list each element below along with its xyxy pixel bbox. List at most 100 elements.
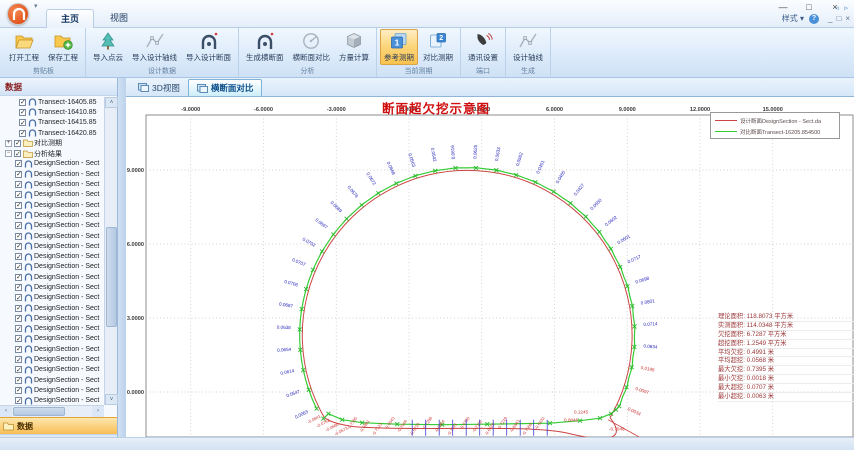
tree-checkbox[interactable] <box>15 212 22 219</box>
scrollbar-thumb[interactable] <box>13 407 65 416</box>
tree-horizontal-scrollbar[interactable]: ‹ › <box>0 405 104 417</box>
tree-item-design-section[interactable]: DesignSection - Sect <box>0 159 104 169</box>
tree-item-design-section[interactable]: DesignSection - Sect <box>0 313 104 323</box>
tree-checkbox[interactable] <box>15 274 22 281</box>
tree-item-design-section[interactable]: DesignSection - Sect <box>0 241 104 251</box>
tree-checkbox[interactable] <box>19 130 26 137</box>
tree-checkbox[interactable] <box>15 397 22 404</box>
tree-checkbox[interactable] <box>19 119 26 126</box>
tree-checkbox[interactable] <box>15 325 22 332</box>
tree-folder-analysis-results[interactable]: −分析结果 <box>0 148 104 158</box>
style-dropdown-button[interactable]: 样式 ▾ <box>782 13 804 24</box>
tree-item-design-section[interactable]: DesignSection - Sect <box>0 251 104 261</box>
ribbon-button-对比测期[interactable]: 2对比测期 <box>419 29 457 65</box>
ribbon-button-参考测期[interactable]: 1参考测期 <box>380 29 418 65</box>
tree-item-design-section[interactable]: DesignSection - Sect <box>0 375 104 385</box>
tree-item-design-section[interactable]: DesignSection - Sect <box>0 169 104 179</box>
ribbon-button-方量计算[interactable]: 方量计算 <box>335 29 373 65</box>
tree-checkbox[interactable] <box>15 202 22 209</box>
tree-checkbox[interactable] <box>15 181 22 188</box>
tree-item-design-section[interactable]: DesignSection - Sect <box>0 210 104 220</box>
tree-item-design-section[interactable]: DesignSection - Sect <box>0 303 104 313</box>
tree-item-design-section[interactable]: DesignSection - Sect <box>0 354 104 364</box>
tree-checkbox[interactable] <box>14 140 21 147</box>
tree-item-design-section[interactable]: DesignSection - Sect <box>0 282 104 292</box>
tree-item-design-section[interactable]: DesignSection - Sect <box>0 365 104 375</box>
tree-expander-icon[interactable]: − <box>5 150 12 157</box>
tree-checkbox[interactable] <box>15 387 22 394</box>
tree-item-transect[interactable]: Transect-16415.85 <box>0 118 104 128</box>
ribbon-button-横断面对比[interactable]: 横断面对比 <box>289 29 335 65</box>
data-panel-tab[interactable]: 数据 <box>0 417 117 434</box>
tree-item-transect[interactable]: Transect-16420.85 <box>0 128 104 138</box>
tree-expander-icon[interactable]: + <box>5 140 12 147</box>
scroll-up-arrow[interactable]: ˄ <box>105 97 118 108</box>
tree-item-design-section[interactable]: DesignSection - Sect <box>0 231 104 241</box>
tree-checkbox[interactable] <box>15 222 22 229</box>
tree-item-design-section[interactable]: DesignSection - Sect <box>0 344 104 354</box>
tab-scroll-arrows[interactable]: ◃ ▹ <box>835 4 850 12</box>
tree-checkbox[interactable] <box>15 263 22 270</box>
tree-item-design-section[interactable]: DesignSection - Sect <box>0 293 104 303</box>
tree-checkbox[interactable] <box>15 294 22 301</box>
ribbon-tab-视图[interactable]: 视图 <box>96 9 142 28</box>
ribbon-button-打开工程[interactable]: 打开工程 <box>5 29 43 65</box>
tree-item-design-section[interactable]: DesignSection - Sect <box>0 190 104 200</box>
tree-item-design-section[interactable]: DesignSection - Sect <box>0 200 104 210</box>
tree-item-design-section[interactable]: DesignSection - Sect <box>0 385 104 395</box>
tree-checkbox[interactable] <box>19 99 26 106</box>
tree-checkbox[interactable] <box>14 150 21 157</box>
panel-splitter[interactable] <box>118 78 126 450</box>
scrollbar-thumb[interactable] <box>106 227 117 327</box>
scroll-right-arrow[interactable]: › <box>92 406 104 417</box>
mini-window-controls: _ □ × <box>824 14 850 23</box>
ribbon-button-导入设计断面[interactable]: 导入设计断面 <box>182 29 235 65</box>
ribbon-button-通讯设置[interactable]: 通讯设置 <box>464 29 502 65</box>
tree-item-design-section[interactable]: DesignSection - Sect <box>0 179 104 189</box>
tree-vertical-scrollbar[interactable]: ˄ ˅ <box>104 97 117 405</box>
tree-checkbox[interactable] <box>15 233 22 240</box>
tree-checkbox[interactable] <box>15 253 22 260</box>
minimize-button[interactable]: — <box>770 0 796 14</box>
tree-item-transect[interactable]: Transect-16405.85 <box>0 97 104 107</box>
ribbon-button-设计轴线[interactable]: 设计轴线 <box>509 29 547 65</box>
tree-item-design-section[interactable]: DesignSection - Sect <box>0 324 104 334</box>
tree-checkbox[interactable] <box>15 305 22 312</box>
tree-checkbox[interactable] <box>19 109 26 116</box>
tree-checkbox[interactable] <box>15 315 22 322</box>
ribbon-button-导入设计轴线[interactable]: 导入设计轴线 <box>128 29 181 65</box>
scroll-left-arrow[interactable]: ‹ <box>0 406 12 417</box>
deviation-label: 0.0706 <box>284 279 299 288</box>
tree-checkbox[interactable] <box>15 284 22 291</box>
tree-item-design-section[interactable]: DesignSection - Sect <box>0 221 104 231</box>
document-tab-横断面对比[interactable]: 横断面对比 <box>188 79 263 96</box>
mini-close-button[interactable]: × <box>845 14 850 23</box>
tree-item-design-section[interactable]: DesignSection - Sect <box>0 334 104 344</box>
tree-checkbox[interactable] <box>15 335 22 342</box>
tree-checkbox[interactable] <box>15 191 22 198</box>
mini-restore-button[interactable]: □ <box>836 14 841 23</box>
tree-checkbox[interactable] <box>15 243 22 250</box>
help-icon[interactable]: ? <box>809 14 819 24</box>
tree-folder-compare-period[interactable]: +对比测期 <box>0 138 104 148</box>
mini-minimize-button[interactable]: _ <box>828 14 832 23</box>
tree-item-design-section[interactable]: DesignSection - Sect <box>0 262 104 272</box>
tree-item-design-section[interactable]: DesignSection - Sect <box>0 396 104 405</box>
tree-checkbox[interactable] <box>15 346 22 353</box>
tree-checkbox[interactable] <box>15 356 22 363</box>
ribbon-button-生成横断面[interactable]: 生成横断面 <box>242 29 288 65</box>
ribbon-button-保存工程[interactable]: 保存工程 <box>44 29 82 65</box>
ribbon-button-导入点云[interactable]: 导入点云 <box>89 29 127 65</box>
tree-checkbox[interactable] <box>15 366 22 373</box>
tree-item-design-section[interactable]: DesignSection - Sect <box>0 272 104 282</box>
maximize-button[interactable]: □ <box>796 0 822 14</box>
ribbon-tab-主页[interactable]: 主页 <box>46 9 94 28</box>
deviation-label: 0.0689 <box>329 200 343 214</box>
scroll-down-arrow[interactable]: ˅ <box>105 394 118 405</box>
document-tab-3D视图[interactable]: 3D视图 <box>130 79 188 96</box>
tree-item-transect[interactable]: Transect-16410.85 <box>0 107 104 117</box>
quick-access-caret-icon[interactable]: ▾ <box>34 2 38 10</box>
tree-checkbox[interactable] <box>15 160 22 167</box>
tree-checkbox[interactable] <box>15 171 22 178</box>
tree-checkbox[interactable] <box>15 377 22 384</box>
